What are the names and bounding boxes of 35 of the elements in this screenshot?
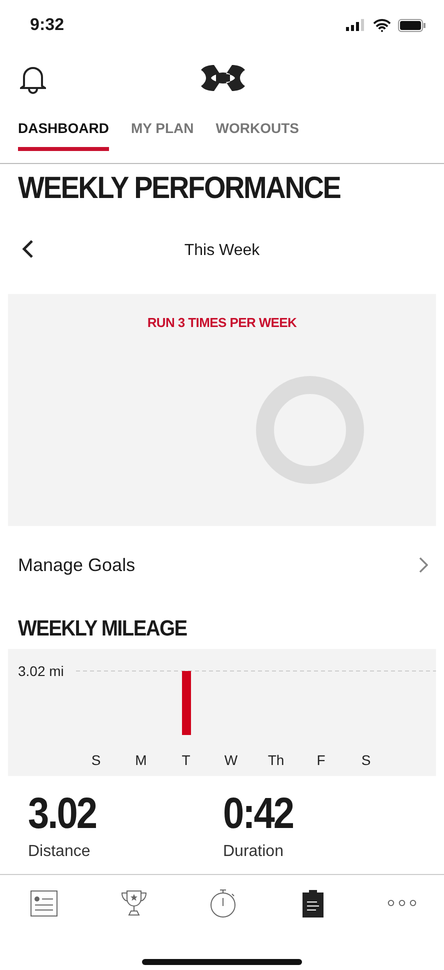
day-label: Th — [268, 752, 284, 768]
day-label: M — [135, 752, 147, 768]
status-time: 9:32 — [30, 15, 64, 35]
goal-title: RUN 3 TIMES PER WEEK — [147, 315, 297, 330]
stat-label: Distance — [28, 843, 92, 861]
wifi-icon — [373, 18, 391, 32]
stat-label: Duration — [223, 843, 284, 861]
clipboard-icon — [302, 888, 324, 918]
news-feed-icon — [30, 890, 58, 916]
section-title: WEEKLY MILEAGE — [18, 616, 188, 642]
battery-icon — [398, 18, 426, 32]
back-button[interactable] — [22, 239, 34, 259]
brand-logo — [200, 64, 246, 92]
stat-value: 3.02 — [28, 790, 97, 840]
trophy-icon — [120, 889, 148, 917]
more-icon — [387, 899, 417, 907]
day-label: F — [316, 752, 326, 768]
nav-tab[interactable]: WORKOUTS — [216, 108, 299, 151]
page-title: WEEKLY PERFORMANCE — [18, 169, 342, 206]
day-label: S — [91, 752, 101, 768]
chart-bar — [182, 671, 191, 735]
chevron-left-icon — [22, 239, 34, 259]
manage-goals-link[interactable]: Manage Goals — [0, 540, 444, 590]
stat-value: 0:42 — [223, 790, 294, 840]
signal-icon — [346, 19, 366, 31]
stopwatch-icon — [209, 888, 237, 918]
period-label: This Week — [184, 242, 260, 260]
nav-tab[interactable]: MY PLAN — [131, 108, 194, 151]
day-label: T — [182, 752, 190, 768]
day-label: S — [361, 752, 371, 768]
axis-label: 3.02 mi — [18, 663, 64, 679]
chevron-right-icon — [419, 557, 428, 573]
notification-bell-icon[interactable] — [20, 64, 46, 94]
day-label: W — [224, 752, 238, 768]
nav-tab[interactable]: DASHBOARD — [18, 108, 109, 151]
